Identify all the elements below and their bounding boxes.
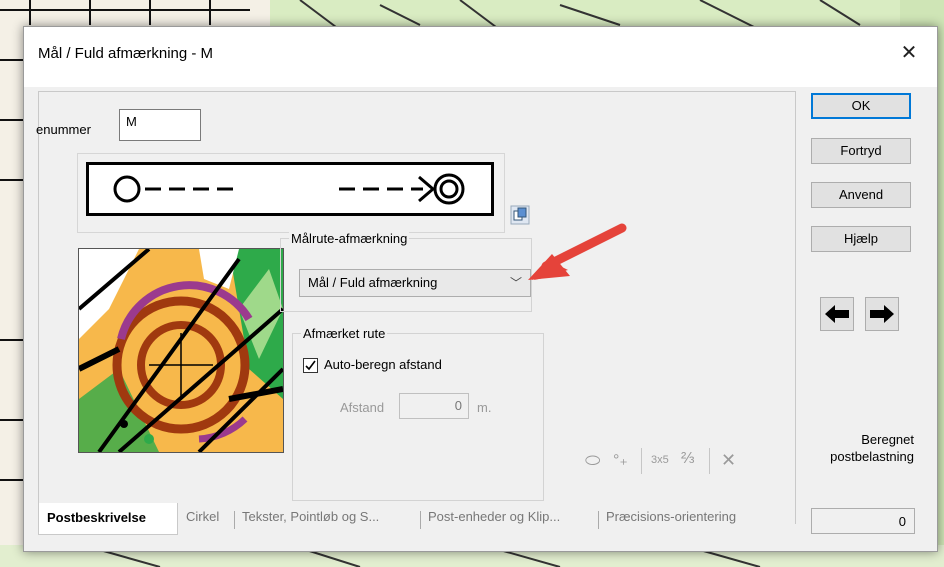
finish-route-group-label: Målrute-afmærkning (289, 231, 410, 246)
toolbar-divider (709, 448, 710, 474)
finish-route-select-value: Mål / Fuld afmærkning (308, 275, 438, 290)
distance-label: Afstand (340, 400, 385, 415)
finish-route-group: Målrute-afmærkning Mål / Fuld afmærkning… (280, 231, 532, 312)
arrow-right-icon (870, 305, 894, 323)
tab-divider (234, 511, 235, 529)
marked-route-group-label: Afmærket rute (301, 326, 388, 341)
finish-route-symbol (113, 173, 465, 205)
distance-unit: m. (477, 400, 492, 415)
previous-button[interactable] (820, 297, 854, 331)
ok-button[interactable]: OK (811, 93, 911, 119)
control-number-label: enummer (36, 122, 91, 137)
tab-divider (598, 511, 599, 529)
tab-post-enheder[interactable]: Post-enheder og Klip... (428, 509, 560, 524)
check-icon (305, 360, 316, 371)
marked-route-group: Afmærket rute Auto-beregn afstand Afstan… (292, 326, 544, 501)
control-number-input[interactable]: M (119, 109, 201, 141)
tab-tekster[interactable]: Tekster, Pointløb og S... (242, 509, 379, 524)
fraction-icon[interactable]: ⅔ (681, 450, 694, 468)
next-button[interactable] (865, 297, 899, 331)
distance-input: 0 (399, 393, 469, 419)
annotation-arrow-icon (528, 223, 627, 280)
3x5-icon[interactable]: 3x5 (651, 454, 669, 466)
finish-route-select[interactable]: Mål / Fuld afmærkning ﹀ (299, 269, 531, 297)
calculated-load-label: Beregnet postbelastning (804, 431, 914, 465)
tab-panel: enummer M Målrute-afmærkning Mål / Fuld … (36, 91, 796, 524)
auto-calc-label: Auto-beregn afstand (324, 357, 442, 372)
tab-postbeskrivelse[interactable]: Postbeskrivelse (38, 503, 178, 535)
close-icon[interactable]: ✕ (895, 39, 923, 67)
calculated-load-line1: Beregnet (861, 432, 914, 447)
symbol-preview-frame (77, 153, 505, 233)
symbol-preview (86, 162, 494, 216)
cancel-button[interactable]: Fortryd (811, 138, 911, 164)
ellipse-icon[interactable]: ⬭ (585, 450, 600, 471)
dialog-title: Mål / Fuld afmærkning - M (38, 45, 214, 62)
toolbar-divider (641, 448, 642, 474)
calculated-load-line2: postbelastning (830, 449, 914, 464)
map-preview-image (78, 248, 284, 453)
help-button[interactable]: Hjælp (811, 226, 911, 252)
calculated-load-value: 0 (811, 508, 915, 534)
tab-praecisions[interactable]: Præcisions-orientering (606, 509, 736, 524)
tab-divider (420, 511, 421, 529)
cross-icon[interactable]: ✕ (721, 450, 736, 471)
apply-button[interactable]: Anvend (811, 182, 911, 208)
auto-calc-checkbox[interactable] (303, 358, 318, 373)
arrow-left-icon (825, 305, 849, 323)
finish-marking-dialog: Mål / Fuld afmærkning - M ✕ enummer M Må… (23, 26, 938, 552)
tab-bar: Postbeskrivelse Cirkel Tekster, Pointløb… (38, 503, 778, 535)
tab-cirkel[interactable]: Cirkel (186, 509, 219, 524)
title-bar: Mål / Fuld afmærkning - M ✕ (24, 27, 937, 87)
circle-dots-icon[interactable]: °₊ (613, 450, 628, 470)
symbol-toolbar: ⬭ °₊ 3x5 ⅔ ✕ (585, 448, 785, 476)
